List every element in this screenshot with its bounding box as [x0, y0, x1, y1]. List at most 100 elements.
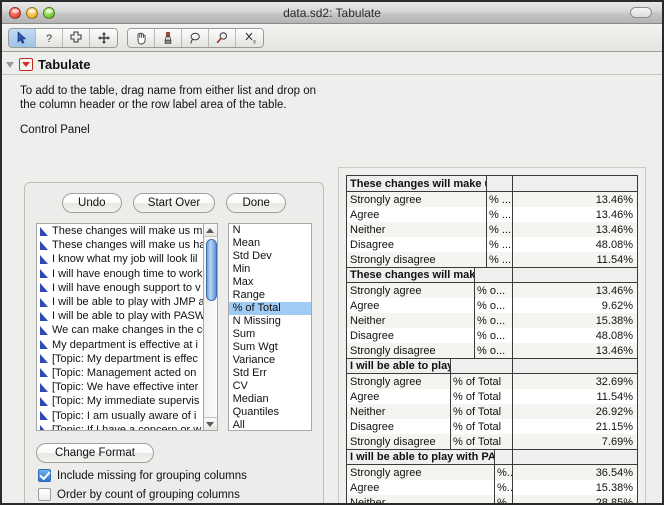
table-section-header[interactable]: These changes will make us happier.: [347, 267, 637, 283]
variable-list-item[interactable]: I will be able to play with PASW: [37, 309, 203, 323]
change-format-button[interactable]: Change Format: [36, 443, 154, 463]
continuous-variable-icon: [40, 382, 48, 392]
variable-list-item[interactable]: These changes will make us m: [37, 224, 203, 238]
variable-list-item[interactable]: I know what my job will look lil: [37, 252, 203, 266]
statistic-list-item[interactable]: Mean: [229, 237, 311, 250]
scroll-down-arrow-icon[interactable]: [203, 417, 217, 430]
table-section-header[interactable]: I will be able to play with JMP ...: [347, 358, 637, 374]
action-button-row: Undo Start Over Done: [36, 193, 312, 213]
table-row[interactable]: Strongly agree% ... 13.46%: [347, 192, 637, 207]
table-row[interactable]: Agree%.. 15.38%: [347, 480, 637, 495]
variable-list-item-label: We can make changes in the co: [52, 324, 203, 337]
variable-list-item[interactable]: These changes will make us ha: [37, 238, 203, 252]
statistic-list-item[interactable]: N: [229, 224, 311, 237]
table-row[interactable]: Disagree% ... 48.08%: [347, 237, 637, 252]
statistic-list-item[interactable]: N Missing: [229, 315, 311, 328]
continuous-variable-icon: [40, 226, 48, 236]
statistic-cell: %..: [497, 465, 513, 480]
statistic-list-item[interactable]: Min: [229, 263, 311, 276]
undo-button[interactable]: Undo: [61, 193, 122, 213]
red-triangle-menu-icon[interactable]: [19, 58, 33, 71]
variable-list-item[interactable]: My department is effective at i: [37, 338, 203, 352]
table-section-header[interactable]: I will be able to play with PASW all day…: [347, 449, 637, 465]
table-row[interactable]: Agree% of Total 11.54%: [347, 389, 637, 404]
magnifier-tool[interactable]: [209, 28, 236, 47]
toolbar-toggle-button[interactable]: [630, 7, 652, 18]
statistic-cell: % of Total: [451, 419, 513, 434]
table-row[interactable]: Disagree% of Total 21.15%: [347, 419, 637, 434]
arrow-select-tool[interactable]: [9, 28, 36, 47]
table-section: These changes will make us more pro...St…: [347, 176, 637, 267]
table-row[interactable]: Agree% o... 9.62%: [347, 298, 637, 313]
statistic-list-item[interactable]: Std Dev: [229, 250, 311, 263]
table-row[interactable]: Strongly disagree% ... 11.54%: [347, 252, 637, 267]
value-cell: 28.85%: [595, 496, 633, 504]
statistic-list-item[interactable]: Max: [229, 276, 311, 289]
move-tool[interactable]: [90, 28, 117, 47]
table-row[interactable]: Strongly agree% of Total 32.69%: [347, 374, 637, 389]
statistic-list-item[interactable]: Quantiles: [229, 406, 311, 419]
help-question-tool[interactable]: ?: [36, 28, 63, 47]
disclosure-triangle-icon[interactable]: [6, 61, 14, 68]
table-section-header[interactable]: These changes will make us more pro...: [347, 176, 637, 192]
table-row[interactable]: Neither%.. 28.85%: [347, 495, 637, 503]
grabber-hand-tool[interactable]: [128, 28, 155, 47]
table-row[interactable]: Strongly agree%.. 36.54%: [347, 465, 637, 480]
include-missing-checkbox[interactable]: Include missing for grouping columns: [36, 469, 312, 482]
variable-list-item[interactable]: [Topic: We have effective inter: [37, 380, 203, 394]
statistic-list-item[interactable]: Median: [229, 393, 311, 406]
table-row[interactable]: Strongly agree% o... 13.46%: [347, 283, 637, 298]
variable-list-item[interactable]: [Topic: My department is effec: [37, 352, 203, 366]
annotate-tool[interactable]: x: [236, 28, 263, 47]
row-label-cell: Strongly agree: [347, 465, 495, 480]
table-row[interactable]: Neither% of Total 26.92%: [347, 404, 637, 419]
statistic-list-item[interactable]: Variance: [229, 354, 311, 367]
variable-list-item[interactable]: [Topic: My immediate supervis: [37, 394, 203, 408]
value-cell: 48.08%: [595, 329, 633, 342]
variable-list-item[interactable]: [Topic: I am usually aware of i: [37, 408, 203, 422]
tabulate-panel-header[interactable]: Tabulate: [2, 52, 662, 75]
statistic-list-item[interactable]: All: [229, 419, 311, 430]
checkbox-icon[interactable]: [38, 488, 51, 501]
variable-list-item[interactable]: I will have enough time to work: [37, 267, 203, 281]
order-by-count-checkbox[interactable]: Order by count of grouping columns: [36, 488, 312, 501]
variable-list-item[interactable]: We can make changes in the co: [37, 323, 203, 337]
variable-list-item[interactable]: I will have enough support to v: [37, 281, 203, 295]
table-section-header-label: These changes will make us happier.: [347, 268, 475, 282]
table-row[interactable]: Strongly disagree% of Total 7.69%: [347, 434, 637, 449]
variable-list-item-label: I will be able to play with JMP a: [52, 296, 203, 309]
checkbox-group: Include missing for grouping columns Orde…: [36, 469, 312, 503]
continuous-variable-icon: [40, 411, 48, 421]
scroll-up-arrow-icon[interactable]: [203, 224, 217, 237]
statistic-list-item[interactable]: Sum: [229, 328, 311, 341]
statistics-list[interactable]: N Mean Std Dev Min Max Range% of Total N Missi…: [227, 223, 312, 431]
table-row[interactable]: Disagree% o... 48.08%: [347, 328, 637, 343]
variable-list-scrollbar[interactable]: [202, 223, 218, 431]
statistic-list-item[interactable]: % of Total: [228, 302, 311, 315]
variable-list[interactable]: These changes will make us m These change…: [36, 223, 203, 431]
statistic-list-item[interactable]: Range: [229, 289, 311, 302]
statistic-cell: % o...: [475, 328, 513, 343]
statistic-list-item[interactable]: Std Err: [229, 367, 311, 380]
statistic-list-item[interactable]: CV: [229, 380, 311, 393]
scrollbar-thumb[interactable]: [205, 239, 217, 301]
table-row[interactable]: Strongly disagree% o... 13.46%: [347, 343, 637, 358]
brush-tool[interactable]: [155, 28, 182, 47]
done-button[interactable]: Done: [226, 193, 287, 213]
row-label-cell: Disagree: [347, 237, 487, 252]
checkbox-icon[interactable]: [38, 469, 51, 482]
table-row[interactable]: Neither% o... 15.38%: [347, 313, 637, 328]
table-row[interactable]: Agree% ... 13.46%: [347, 207, 637, 222]
table-row[interactable]: Neither% ... 13.46%: [347, 222, 637, 237]
crosshair-tool[interactable]: [63, 28, 90, 47]
start-over-button[interactable]: Start Over: [132, 193, 216, 213]
lasso-tool[interactable]: [182, 28, 209, 47]
row-label-cell: Agree: [347, 207, 487, 222]
row-label-cell: Neither: [347, 313, 475, 328]
variable-list-item[interactable]: I will be able to play with JMP a: [37, 295, 203, 309]
variable-list-item[interactable]: [Topic: Management acted on: [37, 366, 203, 380]
value-cell: 26.92%: [595, 405, 633, 418]
value-cell: 7.69%: [601, 435, 633, 448]
statistic-list-item[interactable]: Sum Wgt: [229, 341, 311, 354]
variable-list-item[interactable]: [Topic: If I have a concern or w: [37, 423, 203, 430]
